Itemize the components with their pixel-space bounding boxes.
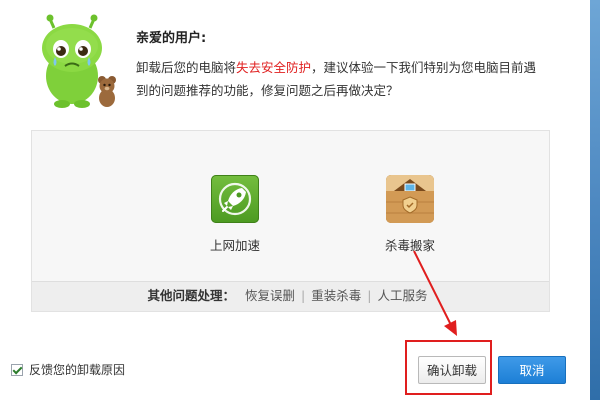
feedback-checkbox[interactable]: [11, 363, 23, 376]
recommended-tools-panel: 上网加速 杀毒搬家 其他问题处理： 恢复误删 | 重装杀毒 | 人工服务: [31, 130, 550, 312]
uninstall-dialog: 亲爱的用户: 卸载后您的电脑将失去安全防护，建议体验一下我们特别为您电脑目前遇到…: [0, 0, 590, 400]
message-warning-highlight: 失去安全防护: [236, 60, 312, 75]
rocket-icon: [211, 175, 259, 223]
mascot-icon: [42, 14, 116, 108]
other-issues-label: 其他问题处理：: [147, 288, 236, 303]
link-restore-deleted[interactable]: 恢复误删: [239, 288, 301, 303]
house-box-icon: [386, 175, 434, 223]
feedback-label: 反馈您的卸载原因: [29, 363, 126, 377]
uninstall-warning-message: 卸载后您的电脑将失去安全防护，建议体验一下我们特别为您电脑目前遇到的问题推荐的功…: [136, 56, 546, 102]
tool-network-speedup[interactable]: 上网加速: [180, 175, 290, 254]
link-reinstall-antivirus[interactable]: 重装杀毒: [305, 288, 367, 303]
desktop-background: [590, 0, 600, 400]
greeting-title: 亲爱的用户:: [136, 31, 207, 46]
tool-antivirus-move[interactable]: 杀毒搬家: [355, 175, 465, 254]
cancel-button[interactable]: 取消: [498, 356, 566, 384]
tool-label-speedup: 上网加速: [209, 238, 260, 253]
confirm-uninstall-button[interactable]: 确认卸载: [418, 356, 486, 384]
tool-label-antivirus-move: 杀毒搬家: [384, 238, 435, 253]
other-issues-bar: 其他问题处理： 恢复误删 | 重装杀毒 | 人工服务: [32, 281, 549, 311]
message-text: 卸载后您的电脑将: [136, 60, 237, 75]
feedback-checkbox-row[interactable]: 反馈您的卸载原因: [11, 361, 125, 378]
link-human-service[interactable]: 人工服务: [371, 288, 433, 303]
